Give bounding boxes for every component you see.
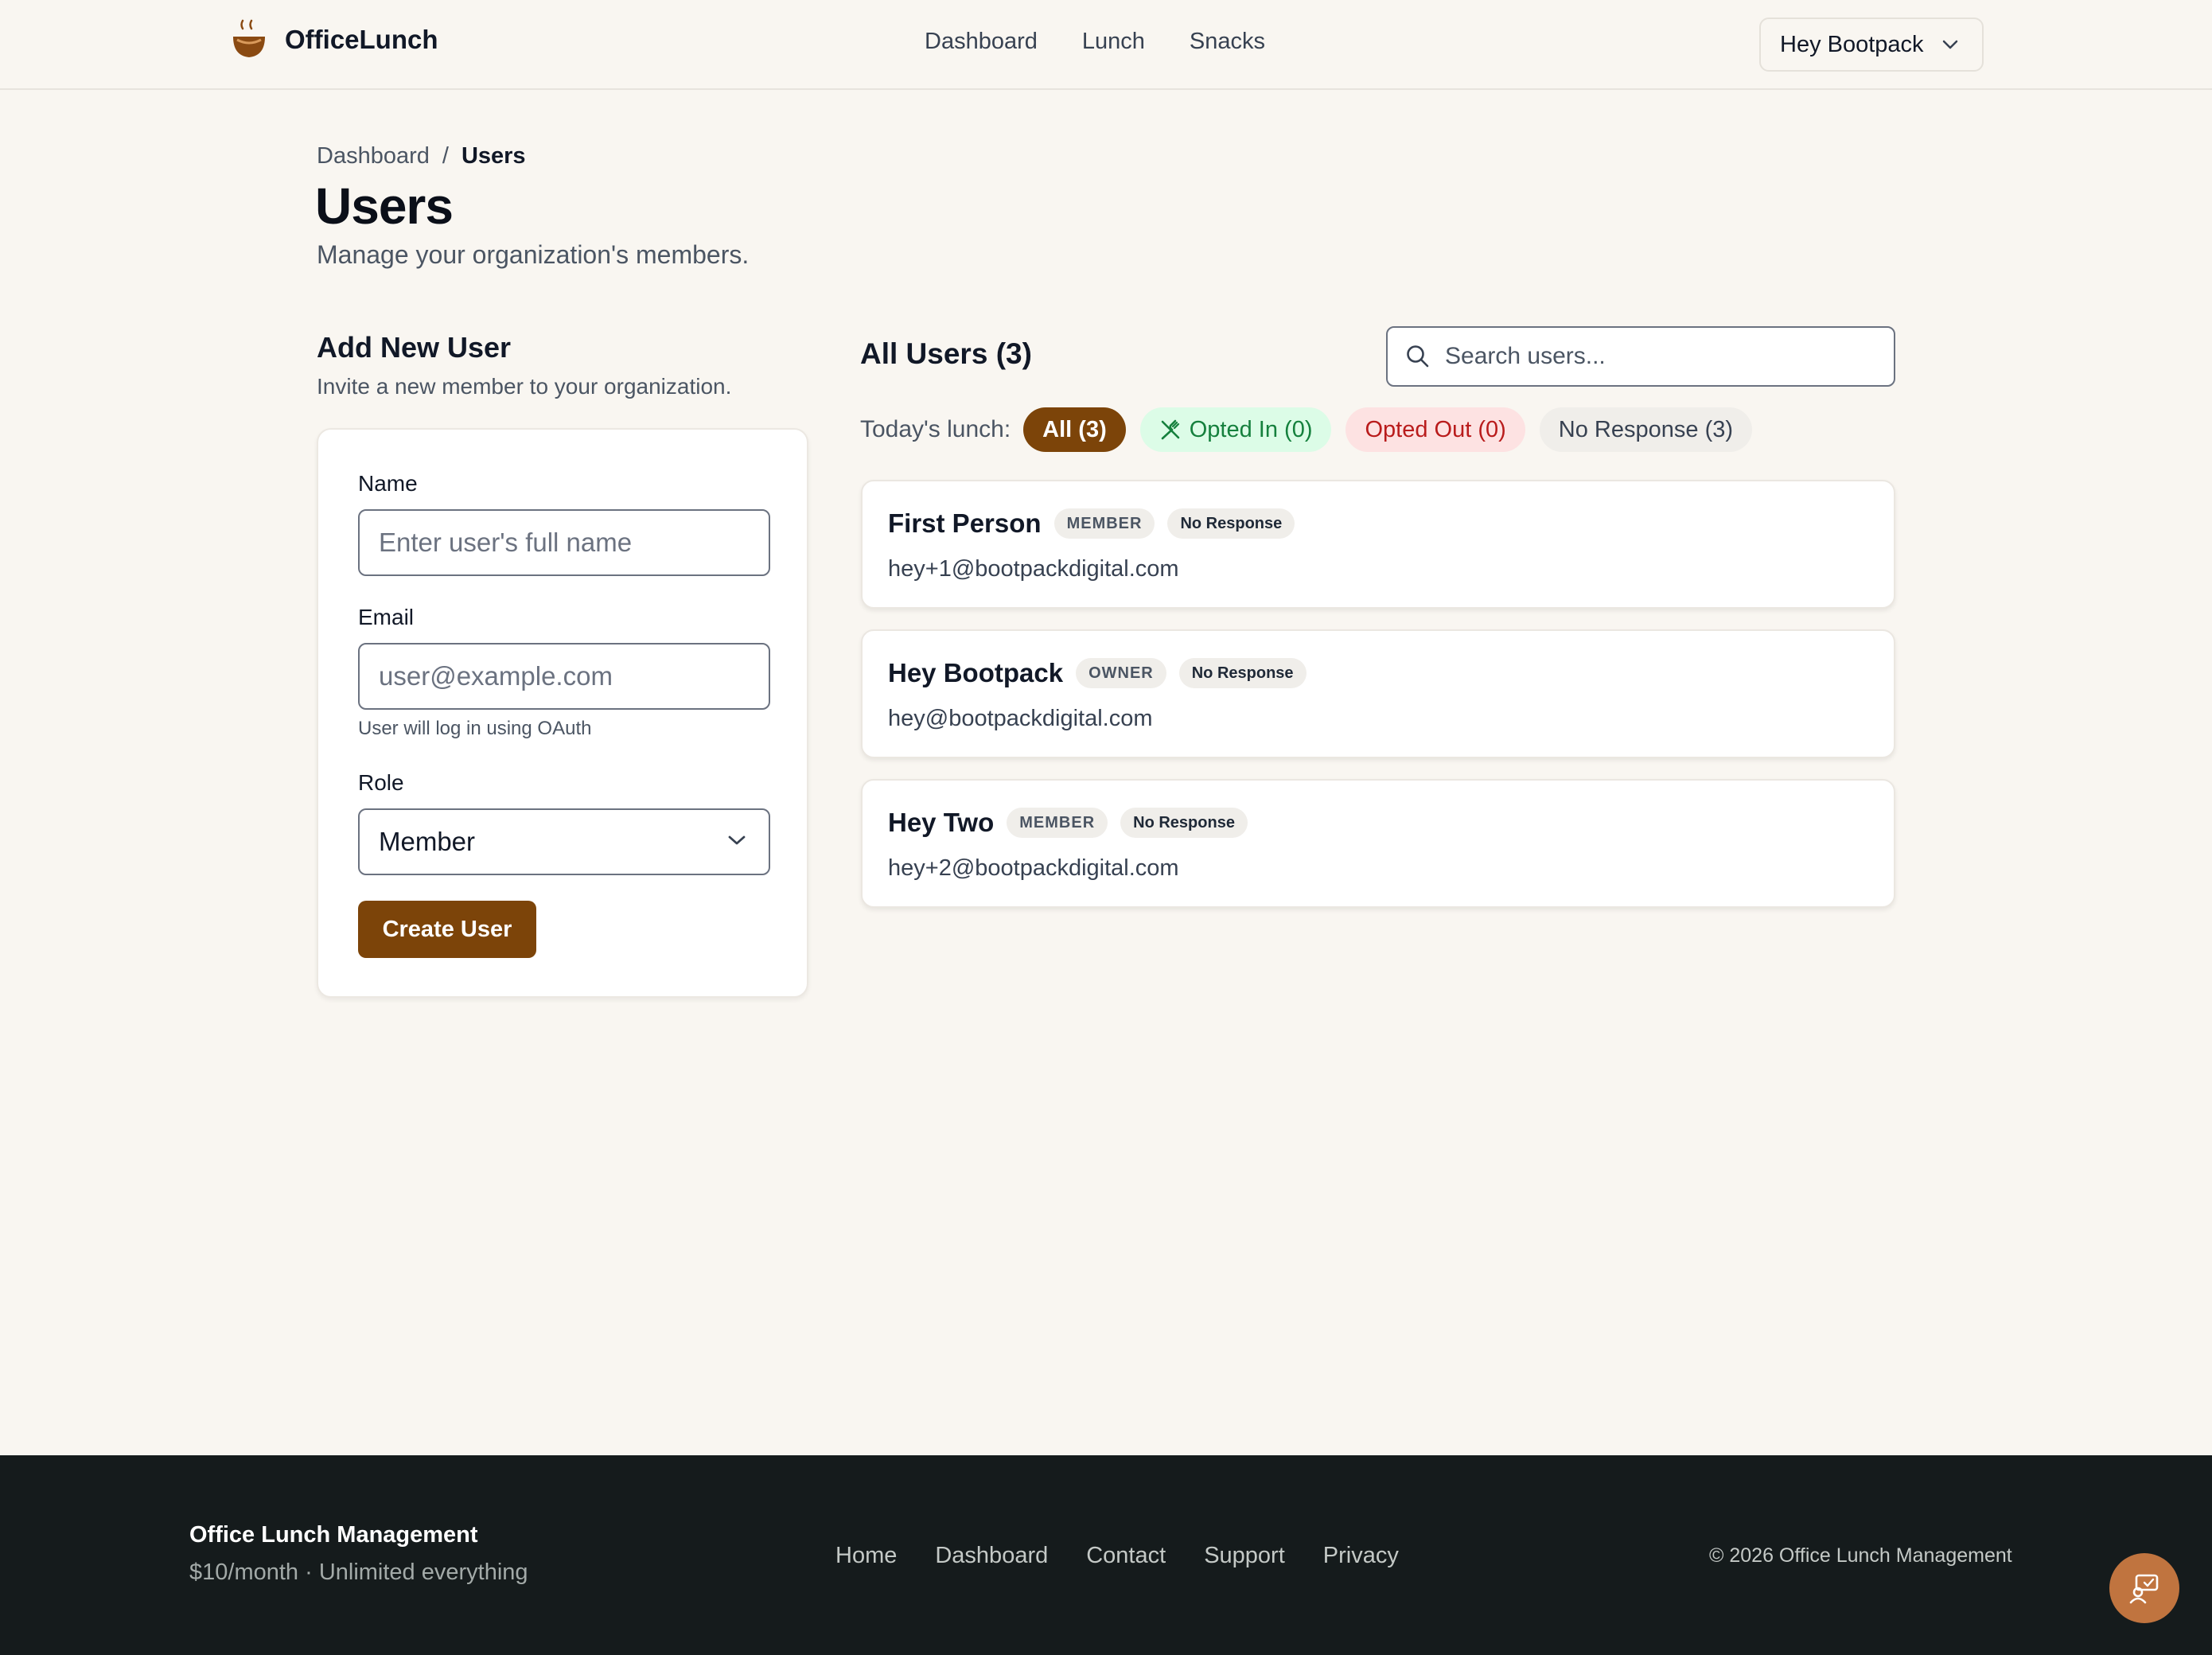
user-name: First Person: [888, 508, 1042, 538]
user-email: hey+2@bootpackdigital.com: [888, 855, 1179, 881]
email-label: Email: [358, 605, 415, 629]
name-label: Name: [358, 471, 418, 496]
search-icon: [1407, 345, 1429, 368]
footer-link-support[interactable]: Support: [1204, 1543, 1285, 1569]
page-subtitle: Manage your organization's members.: [317, 240, 750, 269]
brand-name: OfficeLunch: [285, 25, 438, 54]
page-title: Users: [315, 177, 454, 235]
nav-dashboard[interactable]: Dashboard: [925, 29, 1038, 55]
footer-copyright: © 2026 Office Lunch Management: [1709, 1544, 2012, 1567]
site-footer: Office Lunch Management $10/month · Unli…: [0, 1455, 2212, 1655]
add-user-form: Name Email User will log in using OAuth …: [317, 428, 808, 998]
user-menu-label: Hey Bootpack: [1780, 31, 1924, 57]
filter-opted-in[interactable]: Opted In (0): [1139, 407, 1332, 452]
user-menu-button[interactable]: Hey Bootpack: [1759, 18, 1984, 72]
user-card[interactable]: First Person MEMBER No Response hey+1@bo…: [861, 480, 1895, 609]
add-user-title: Add New User: [317, 331, 512, 364]
chevron-down-icon: [1942, 40, 1957, 49]
status-badge: No Response: [1167, 508, 1295, 539]
name-input[interactable]: [358, 509, 770, 576]
nav-lunch[interactable]: Lunch: [1082, 29, 1145, 55]
lunch-filter: Today's lunch: All (3) Opted In (0) Opte…: [860, 407, 1766, 452]
user-name: Hey Two: [888, 808, 995, 837]
status-badge: No Response: [1120, 808, 1248, 838]
user-email: hey@bootpackdigital.com: [888, 706, 1153, 731]
nav-snacks[interactable]: Snacks: [1190, 29, 1265, 55]
role-badge: MEMBER: [1053, 508, 1155, 539]
role-badge: MEMBER: [1007, 808, 1108, 838]
user-email: hey+1@bootpackdigital.com: [888, 556, 1179, 582]
user-card[interactable]: Hey Two MEMBER No Response hey+2@bootpac…: [861, 779, 1895, 908]
main-nav: Dashboard Lunch Snacks: [925, 29, 1265, 55]
footer-link-dashboard[interactable]: Dashboard: [935, 1543, 1048, 1569]
breadcrumb-dashboard[interactable]: Dashboard: [317, 143, 430, 169]
filter-no-response[interactable]: No Response (3): [1539, 407, 1753, 452]
all-users-title: All Users (3): [860, 337, 1032, 370]
footer-title: Office Lunch Management: [189, 1522, 478, 1548]
search-box: [1386, 326, 1895, 387]
user-card[interactable]: Hey Bootpack OWNER No Response hey@bootp…: [861, 629, 1895, 758]
role-select-value: Member: [379, 827, 476, 856]
top-navbar: OfficeLunch Dashboard Lunch Snacks Hey B…: [0, 0, 2212, 90]
chevron-down-icon: [728, 835, 746, 845]
utensils-crossed-icon: [1161, 419, 1180, 440]
breadcrumb: Dashboard / Users: [317, 143, 526, 169]
breadcrumb-separator: /: [442, 143, 449, 169]
filter-opted-out[interactable]: Opted Out (0): [1346, 407, 1525, 452]
role-label: Role: [358, 770, 404, 795]
filter-opted-in-label: Opted In (0): [1189, 416, 1313, 442]
footer-subtitle: $10/month · Unlimited everything: [189, 1560, 528, 1585]
filter-label: Today's lunch:: [860, 416, 1011, 442]
email-help-text: User will log in using OAuth: [358, 718, 592, 739]
create-user-button[interactable]: Create User: [358, 901, 536, 958]
add-user-description: Invite a new member to your organization…: [317, 374, 732, 399]
footer-link-privacy[interactable]: Privacy: [1323, 1543, 1399, 1569]
user-name: Hey Bootpack: [888, 658, 1064, 687]
status-badge: No Response: [1178, 658, 1307, 688]
breadcrumb-current: Users: [461, 143, 526, 169]
feedback-chat-icon: [2129, 1574, 2159, 1604]
footer-links: Home Dashboard Contact Support Privacy: [835, 1543, 1399, 1569]
filter-all[interactable]: All (3): [1023, 407, 1126, 452]
search-users-input[interactable]: [1445, 343, 1875, 370]
brand-link[interactable]: OfficeLunch: [231, 19, 438, 60]
footer-link-contact[interactable]: Contact: [1086, 1543, 1166, 1569]
footer-link-home[interactable]: Home: [835, 1543, 897, 1569]
role-select[interactable]: Member: [358, 808, 770, 875]
feedback-button[interactable]: [2109, 1553, 2179, 1623]
bowl-steam-icon: [233, 19, 265, 57]
email-input[interactable]: [358, 643, 770, 710]
role-badge: OWNER: [1076, 658, 1166, 688]
